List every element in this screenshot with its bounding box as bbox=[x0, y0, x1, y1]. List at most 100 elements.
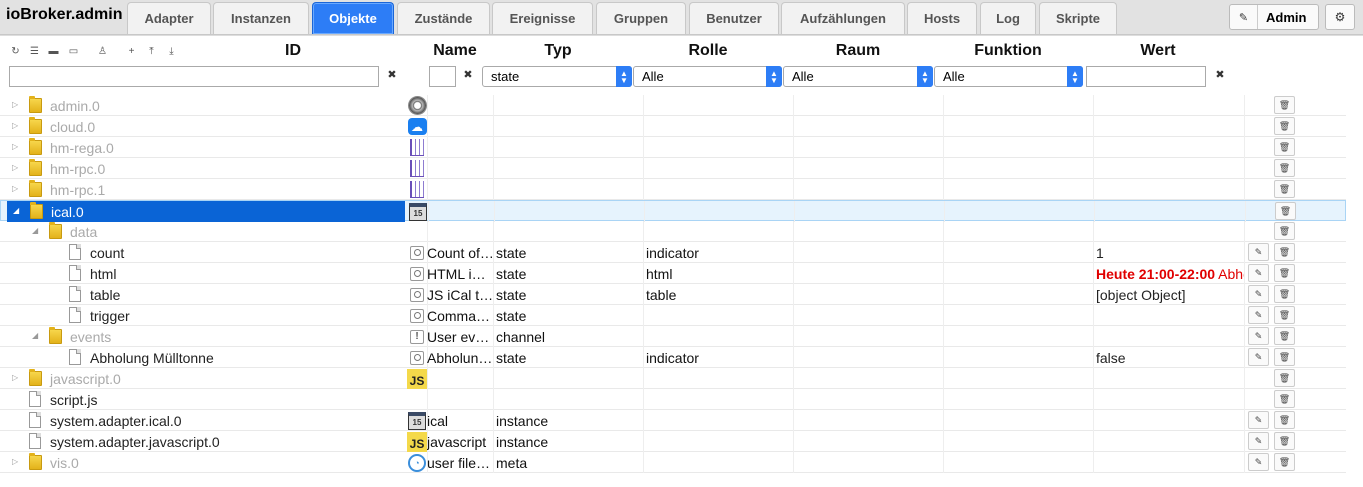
user-button[interactable]: ✎ Admin bbox=[1229, 4, 1319, 30]
delete-button[interactable]: 🗑 bbox=[1275, 202, 1296, 220]
id-cell[interactable]: script.js bbox=[6, 389, 404, 410]
header-id[interactable]: ID bbox=[273, 42, 313, 60]
delete-button[interactable]: 🗑 bbox=[1274, 96, 1295, 114]
table-row[interactable]: ◢ ical.0 15 🗑 bbox=[0, 200, 1346, 222]
edit-button[interactable]: ✎ bbox=[1248, 285, 1269, 303]
header-type[interactable]: Typ bbox=[530, 42, 586, 60]
collapsed-toggle-icon[interactable]: ▷ bbox=[12, 163, 21, 173]
expanded-toggle-icon[interactable]: ◢ bbox=[32, 331, 41, 341]
folder-closed-icon[interactable]: ▬ bbox=[46, 44, 61, 59]
id-cell[interactable]: ▷ hm-rpc.0 bbox=[6, 158, 404, 179]
delete-button[interactable]: 🗑 bbox=[1274, 369, 1295, 387]
table-row[interactable]: script.js 🗑 bbox=[0, 389, 1346, 410]
collapsed-toggle-icon[interactable]: ▷ bbox=[12, 184, 21, 194]
id-cell[interactable]: ◢ events bbox=[6, 326, 404, 347]
type-filter-select[interactable]: state ▲ ▼ bbox=[482, 66, 632, 87]
delete-button[interactable]: 🗑 bbox=[1274, 453, 1295, 471]
delete-button[interactable]: 🗑 bbox=[1274, 348, 1295, 366]
folder-open-icon[interactable]: ▭ bbox=[66, 44, 81, 59]
edit-button[interactable]: ✎ bbox=[1248, 453, 1269, 471]
table-row[interactable]: ▷ hm-rpc.1 🗑 bbox=[0, 179, 1346, 200]
name-filter-input[interactable] bbox=[429, 66, 456, 87]
tab-ereignisse[interactable]: Ereignisse bbox=[492, 2, 593, 34]
header-role[interactable]: Rolle bbox=[676, 42, 740, 60]
header-room[interactable]: Raum bbox=[826, 42, 890, 60]
delete-button[interactable]: 🗑 bbox=[1274, 117, 1295, 135]
function-filter-select[interactable]: Alle ▲ ▼ bbox=[934, 66, 1083, 87]
clear-icon[interactable]: ✖ bbox=[385, 67, 399, 81]
tab-adapter[interactable]: Adapter bbox=[127, 2, 211, 34]
id-filter-input[interactable] bbox=[9, 66, 379, 87]
tab-objekte[interactable]: Objekte bbox=[312, 2, 394, 34]
id-cell[interactable]: system.adapter.javascript.0 bbox=[6, 431, 404, 452]
delete-button[interactable]: 🗑 bbox=[1274, 222, 1295, 240]
edit-button[interactable]: ✎ bbox=[1248, 348, 1269, 366]
upload-icon[interactable]: ⤒ bbox=[144, 44, 159, 59]
delete-button[interactable]: 🗑 bbox=[1274, 159, 1295, 177]
value-filter-input[interactable] bbox=[1086, 66, 1206, 87]
id-cell[interactable]: ▷ hm-rpc.1 bbox=[6, 179, 404, 200]
id-cell[interactable]: ▷ javascript.0 bbox=[6, 368, 404, 389]
delete-button[interactable]: 🗑 bbox=[1274, 411, 1295, 429]
id-cell[interactable]: ▷ vis.0 bbox=[6, 452, 404, 473]
table-row[interactable]: table JS iCal t… state table [object Object]… bbox=[0, 284, 1346, 305]
table-row[interactable]: ▷ javascript.0 JS 🗑 bbox=[0, 368, 1346, 389]
table-row[interactable]: count Count of… state indicator 1 ✎ 🗑 bbox=[0, 242, 1346, 263]
collapsed-toggle-icon[interactable]: ▷ bbox=[12, 142, 21, 152]
id-cell[interactable]: system.adapter.ical.0 bbox=[6, 410, 404, 431]
id-cell[interactable]: count bbox=[6, 242, 404, 263]
id-cell[interactable]: ▷ hm-rega.0 bbox=[6, 137, 404, 158]
role-filter-select[interactable]: Alle ▲ ▼ bbox=[633, 66, 782, 87]
collapsed-toggle-icon[interactable]: ▷ bbox=[12, 373, 21, 383]
settings-button[interactable]: ⚙ bbox=[1325, 4, 1355, 30]
edit-button[interactable]: ✎ bbox=[1248, 432, 1269, 450]
download-icon[interactable]: ⤓ bbox=[164, 44, 179, 59]
refresh-icon[interactable]: ↻ bbox=[8, 44, 23, 59]
table-row[interactable]: ▷ vis.0 ◔ user file… meta ✎ 🗑 bbox=[0, 452, 1346, 473]
table-row[interactable]: system.adapter.javascript.0 JS javascript i… bbox=[0, 431, 1346, 452]
id-cell[interactable]: Abholung Mülltonne bbox=[6, 347, 404, 368]
table-row[interactable]: ▷ admin.0 🗑 bbox=[0, 95, 1346, 116]
tab-skripte[interactable]: Skripte bbox=[1039, 2, 1117, 34]
tab-gruppen[interactable]: Gruppen bbox=[596, 2, 686, 34]
id-cell[interactable]: ◢ data bbox=[6, 221, 404, 242]
table-row[interactable]: html HTML i… state html Heute 21:00-22:00 Ab… bbox=[0, 263, 1346, 284]
tab-aufzaehlungen[interactable]: Aufzählungen bbox=[781, 2, 905, 34]
clear-icon[interactable]: ✖ bbox=[1213, 67, 1227, 81]
id-cell[interactable]: ◢ ical.0 bbox=[7, 201, 405, 222]
room-filter-select[interactable]: Alle ▲ ▼ bbox=[783, 66, 933, 87]
delete-button[interactable]: 🗑 bbox=[1274, 306, 1295, 324]
table-row[interactable]: ▷ hm-rega.0 🗑 bbox=[0, 137, 1346, 158]
tab-zustaende[interactable]: Zustände bbox=[397, 2, 490, 34]
edit-button[interactable]: ✎ bbox=[1248, 243, 1269, 261]
edit-button[interactable]: ✎ bbox=[1248, 327, 1269, 345]
collapsed-toggle-icon[interactable]: ▷ bbox=[12, 100, 21, 110]
header-name[interactable]: Name bbox=[428, 42, 482, 60]
delete-button[interactable]: 🗑 bbox=[1274, 264, 1295, 282]
edit-button[interactable]: ✎ bbox=[1248, 264, 1269, 282]
delete-button[interactable]: 🗑 bbox=[1274, 180, 1295, 198]
delete-button[interactable]: 🗑 bbox=[1274, 285, 1295, 303]
edit-button[interactable]: ✎ bbox=[1248, 306, 1269, 324]
tab-benutzer[interactable]: Benutzer bbox=[689, 2, 779, 34]
list-icon[interactable]: ☰ bbox=[27, 44, 42, 59]
id-cell[interactable]: trigger bbox=[6, 305, 404, 326]
delete-button[interactable]: 🗑 bbox=[1274, 432, 1295, 450]
collapsed-toggle-icon[interactable]: ▷ bbox=[12, 457, 21, 467]
id-cell[interactable]: ▷ admin.0 bbox=[6, 95, 404, 116]
clear-icon[interactable]: ✖ bbox=[461, 67, 475, 81]
id-cell[interactable]: ▷ cloud.0 bbox=[6, 116, 404, 137]
user-icon[interactable]: ♙ bbox=[95, 44, 110, 59]
header-function[interactable]: Funktion bbox=[966, 42, 1050, 60]
header-value[interactable]: Wert bbox=[1130, 42, 1186, 60]
table-row[interactable]: ◢ data 🗑 bbox=[0, 221, 1346, 242]
edit-button[interactable]: ✎ bbox=[1248, 411, 1269, 429]
add-icon[interactable]: + bbox=[124, 44, 139, 59]
delete-button[interactable]: 🗑 bbox=[1274, 138, 1295, 156]
expanded-toggle-icon[interactable]: ◢ bbox=[13, 206, 22, 216]
collapsed-toggle-icon[interactable]: ▷ bbox=[12, 121, 21, 131]
table-row[interactable]: ▷ cloud.0 ☁ 🗑 bbox=[0, 116, 1346, 137]
table-row[interactable]: system.adapter.ical.0 15 ical instance ✎ 🗑 bbox=[0, 410, 1346, 431]
delete-button[interactable]: 🗑 bbox=[1274, 243, 1295, 261]
tab-hosts[interactable]: Hosts bbox=[907, 2, 977, 34]
